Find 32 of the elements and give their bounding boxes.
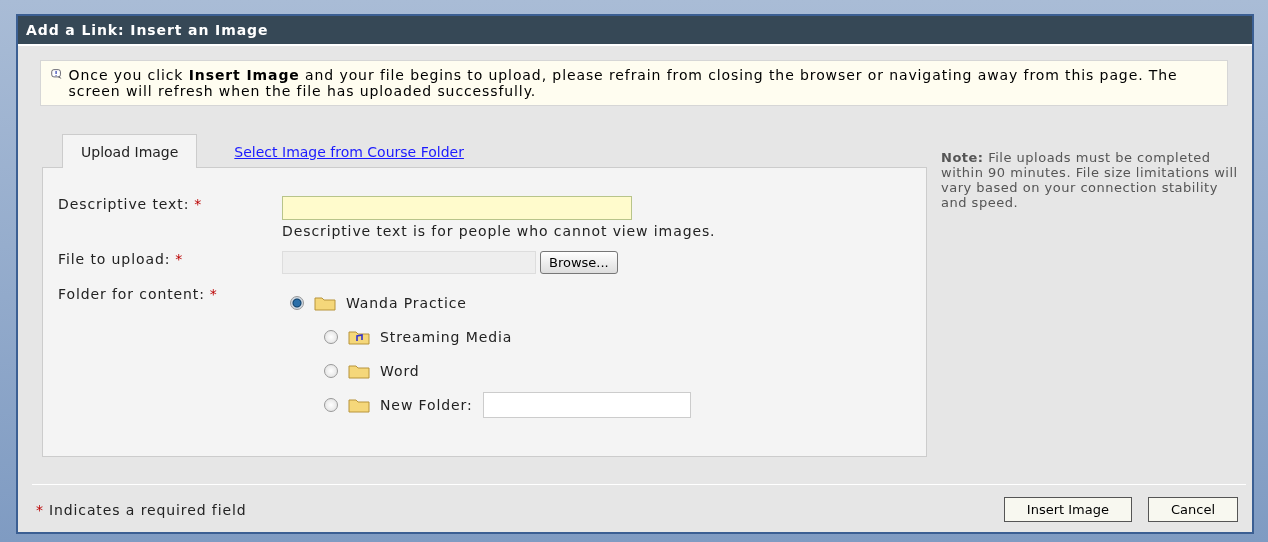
tab-link[interactable]: Select Image from Course Folder	[215, 134, 483, 168]
folder-name: New Folder:	[380, 397, 473, 413]
note-text: Note: File uploads must be completed within 90 minutes. File size limitations will vary based on your connection stability and speed.	[941, 150, 1238, 210]
window-title: Add a Link: Insert an Image	[18, 16, 1252, 46]
descriptive-text-field[interactable]	[282, 196, 632, 220]
folder-icon	[314, 295, 336, 311]
radio-button[interactable]	[290, 296, 304, 310]
insert-button[interactable]: Insert Image	[1003, 497, 1132, 522]
field-label: Folder for content:	[58, 286, 205, 304]
hint-text: Descriptive text is for people who cannot view images.	[282, 223, 716, 239]
folder-name: Streaming Media	[380, 329, 513, 345]
music-folder-icon	[348, 329, 370, 345]
browse-button[interactable]: Browse...	[540, 251, 618, 274]
tab[interactable]: Upload Image	[62, 134, 198, 168]
folder-name: Wanda Practice	[346, 295, 467, 311]
radio-button[interactable]	[324, 330, 338, 344]
cancel-button[interactable]: Cancel	[1147, 497, 1238, 522]
radio-button[interactable]	[324, 398, 338, 412]
required-mark: *	[194, 196, 203, 214]
required-note: Indicates a required field	[48, 501, 247, 518]
new-folder-field[interactable]	[482, 392, 691, 418]
field-label: Descriptive text:	[58, 196, 190, 214]
field-label: File to upload:	[58, 251, 171, 269]
notice-text: Once you click Insert Image and your file begins to upload, please refrain from closing the browser or navigating away from this page. The screen will refresh when the file has uploaded successfully.	[68, 67, 1179, 99]
folder-icon	[348, 363, 370, 379]
radio-button[interactable]	[324, 364, 338, 378]
folder-icon	[348, 397, 370, 413]
alert-icon	[51, 67, 63, 81]
required-mark: *	[209, 286, 218, 304]
required-mark: *	[175, 251, 184, 269]
required-mark: *	[36, 501, 44, 518]
folder-name: Word	[380, 363, 420, 379]
